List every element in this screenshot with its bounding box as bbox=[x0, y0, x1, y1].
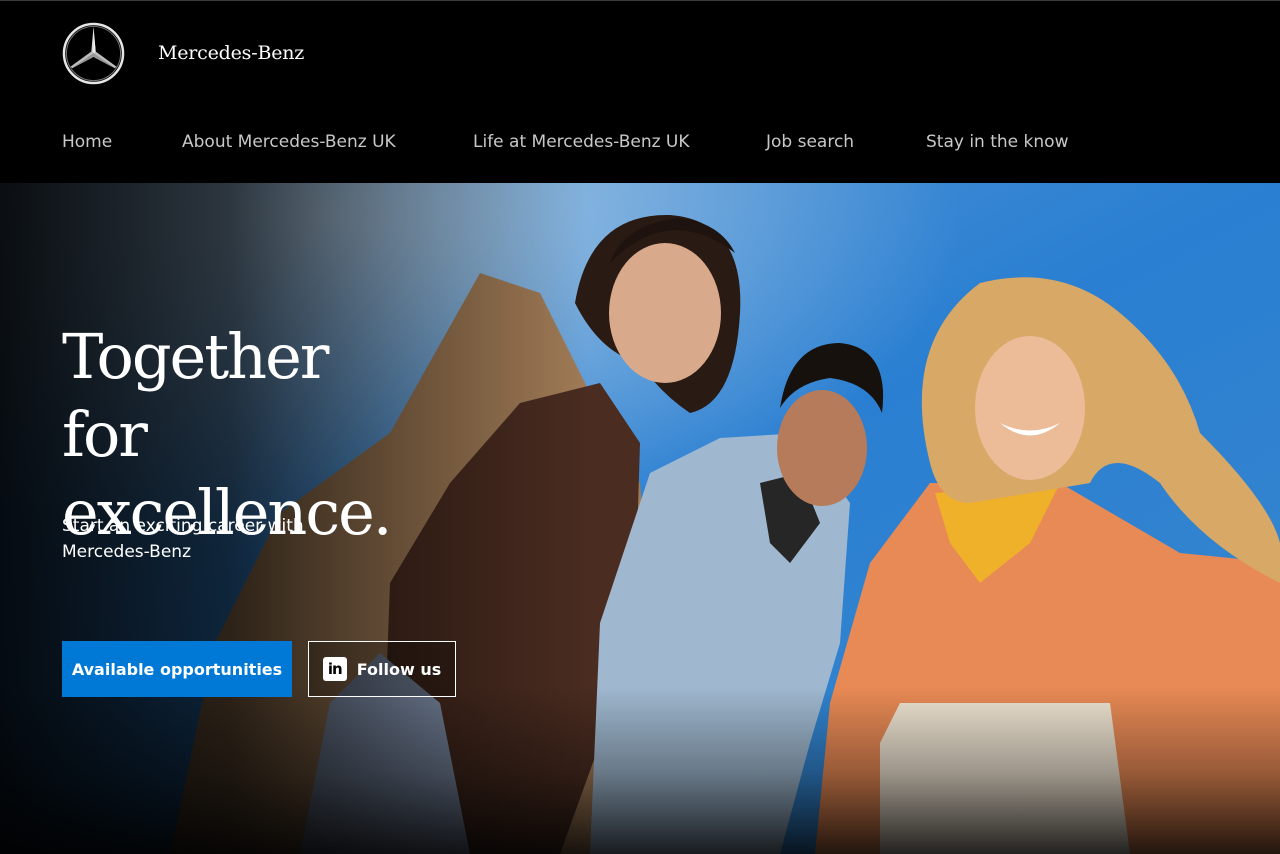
follow-us-label: Follow us bbox=[356, 659, 442, 679]
hero-subtitle: Start an exciting career with Mercedes-B… bbox=[62, 516, 304, 562]
nav-item-life[interactable]: Life at Mercedes-Benz UK bbox=[473, 132, 690, 152]
linkedin-icon: in bbox=[322, 657, 347, 681]
hero-title-line-1: Together for bbox=[62, 320, 329, 471]
nav-item-home[interactable]: Home bbox=[62, 132, 112, 152]
available-opportunities-button[interactable]: Available opportunities bbox=[62, 641, 292, 697]
site-header: Mercedes-Benz Home About Mercedes-Benz U… bbox=[0, 0, 1280, 183]
hero-banner: Together for excellence. Start an exciti… bbox=[0, 183, 1280, 854]
page: Mercedes-Benz Home About Mercedes-Benz U… bbox=[0, 0, 1280, 854]
mercedes-star-icon[interactable] bbox=[62, 22, 125, 85]
nav-item-job-search[interactable]: Job search bbox=[766, 132, 854, 152]
nav-item-about[interactable]: About Mercedes-Benz UK bbox=[182, 132, 396, 152]
follow-us-button[interactable]: in Follow us bbox=[308, 641, 456, 697]
brand-name[interactable]: Mercedes-Benz bbox=[158, 42, 304, 64]
nav-item-stay-in-the-know[interactable]: Stay in the know bbox=[926, 132, 1068, 152]
